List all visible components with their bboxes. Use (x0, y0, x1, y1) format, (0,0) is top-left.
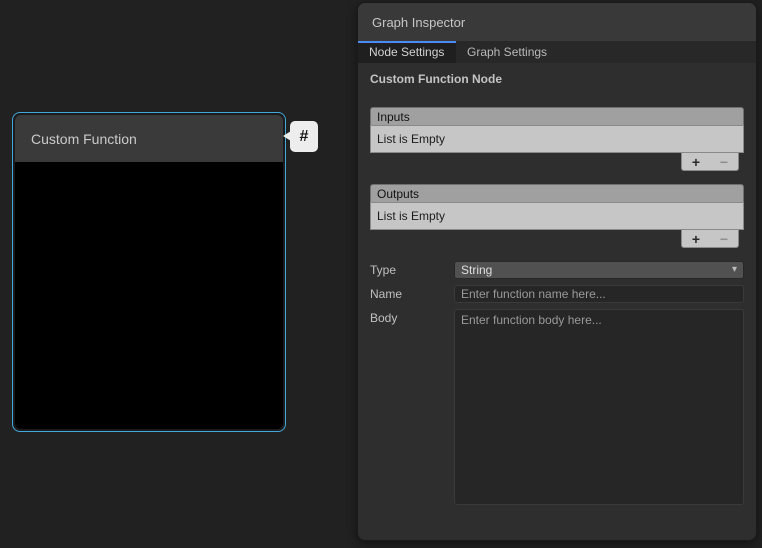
outputs-list-footer: + − (370, 230, 739, 248)
section-title: Custom Function Node (370, 72, 744, 86)
type-field-row: Type String ▾ (370, 261, 744, 279)
inputs-list-footer: + − (370, 153, 739, 171)
type-dropdown-value: String (461, 263, 492, 277)
outputs-footer-box: + − (681, 230, 739, 248)
body-label: Body (370, 309, 454, 325)
type-dropdown[interactable]: String ▾ (454, 261, 744, 279)
inputs-header-label: Inputs (377, 110, 410, 124)
inputs-add-button[interactable]: + (692, 155, 700, 169)
outputs-empty-row: List is Empty (370, 202, 744, 230)
outputs-list-header[interactable]: Outputs (370, 184, 744, 202)
inputs-footer-box: + − (681, 153, 739, 171)
hash-badge[interactable]: # (290, 121, 318, 152)
graph-inspector-panel: Graph Inspector Node Settings Graph Sett… (357, 2, 757, 541)
panel-title-bar[interactable]: Graph Inspector (358, 3, 756, 41)
inputs-empty-row: List is Empty (370, 125, 744, 153)
inspector-content: Custom Function Node Inputs List is Empt… (358, 63, 756, 540)
dropdown-arrow-icon: ▾ (732, 264, 737, 275)
body-field-row: Body (370, 309, 744, 510)
hash-icon: # (300, 128, 309, 146)
outputs-empty-label: List is Empty (377, 209, 445, 223)
tab-graph-settings-label: Graph Settings (467, 45, 547, 59)
tab-graph-settings[interactable]: Graph Settings (456, 41, 558, 63)
node-container: Custom Function (15, 115, 283, 429)
panel-title: Graph Inspector (372, 15, 465, 30)
node-title: Custom Function (31, 131, 137, 147)
outputs-header-label: Outputs (377, 187, 419, 201)
tab-node-settings[interactable]: Node Settings (358, 41, 456, 63)
tab-node-settings-label: Node Settings (369, 45, 444, 59)
outputs-add-button[interactable]: + (692, 232, 700, 246)
inspector-tabbar: Node Settings Graph Settings (358, 41, 756, 63)
outputs-remove-button[interactable]: − (720, 232, 728, 246)
outputs-list: Outputs List is Empty + − (370, 184, 744, 248)
inputs-list: Inputs List is Empty + − (370, 107, 744, 171)
inputs-remove-button[interactable]: − (720, 155, 728, 169)
inputs-empty-label: List is Empty (377, 132, 445, 146)
function-name-input[interactable] (454, 285, 744, 303)
name-label: Name (370, 285, 454, 301)
node-body (15, 162, 283, 429)
node-title-bar[interactable]: Custom Function (15, 115, 283, 162)
type-label: Type (370, 261, 454, 277)
custom-function-node[interactable]: Custom Function (12, 112, 286, 432)
inputs-list-header[interactable]: Inputs (370, 107, 744, 125)
name-field-row: Name (370, 285, 744, 303)
function-body-textarea[interactable] (454, 309, 744, 505)
